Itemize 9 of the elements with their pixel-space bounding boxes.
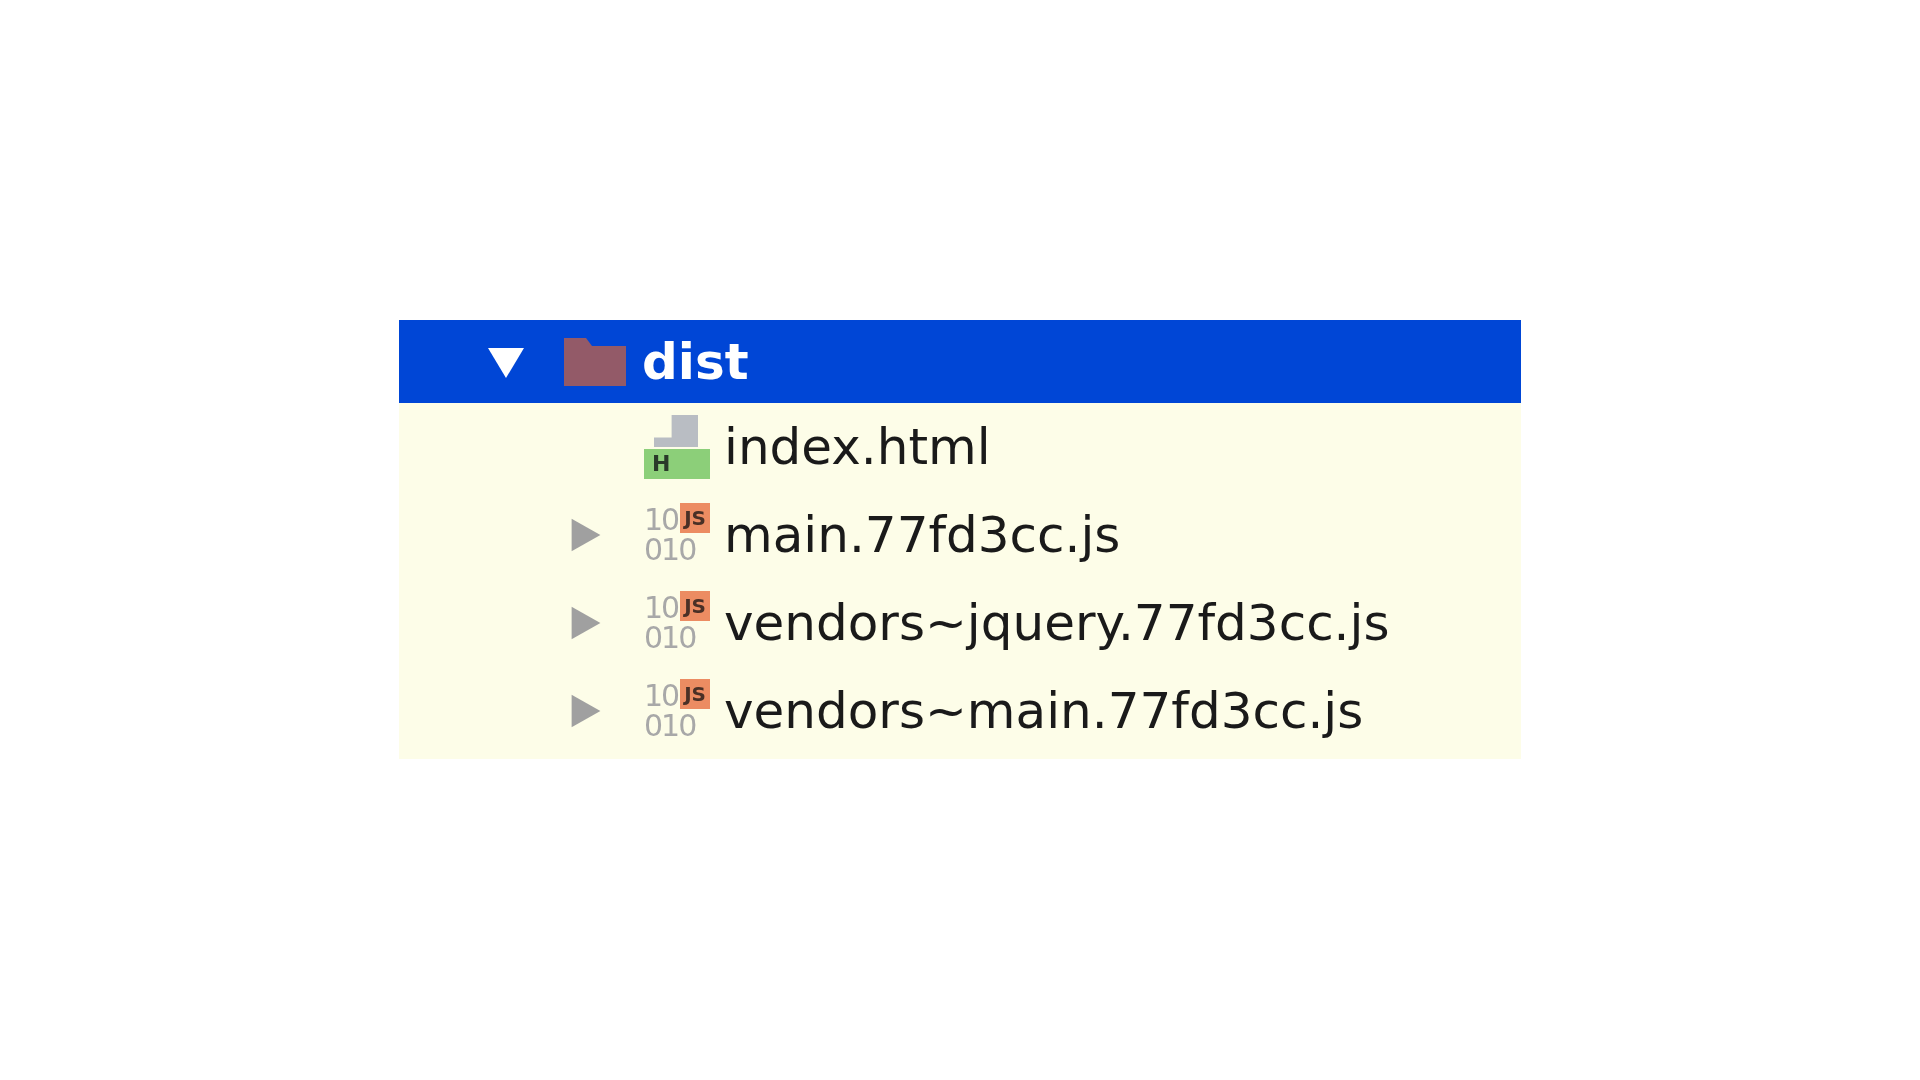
tree-row[interactable]: dist: [399, 320, 1521, 403]
tree-row[interactable]: H index.html: [399, 403, 1521, 491]
file-name: main.77fd3cc.js: [724, 506, 1121, 564]
file-name: dist: [642, 332, 749, 391]
folder-icon: [564, 337, 626, 386]
file-name: vendors~jquery.77fd3cc.js: [724, 594, 1390, 652]
file-name: index.html: [724, 418, 991, 476]
html-badge: H: [644, 449, 710, 479]
file-name: vendors~main.77fd3cc.js: [724, 682, 1364, 740]
